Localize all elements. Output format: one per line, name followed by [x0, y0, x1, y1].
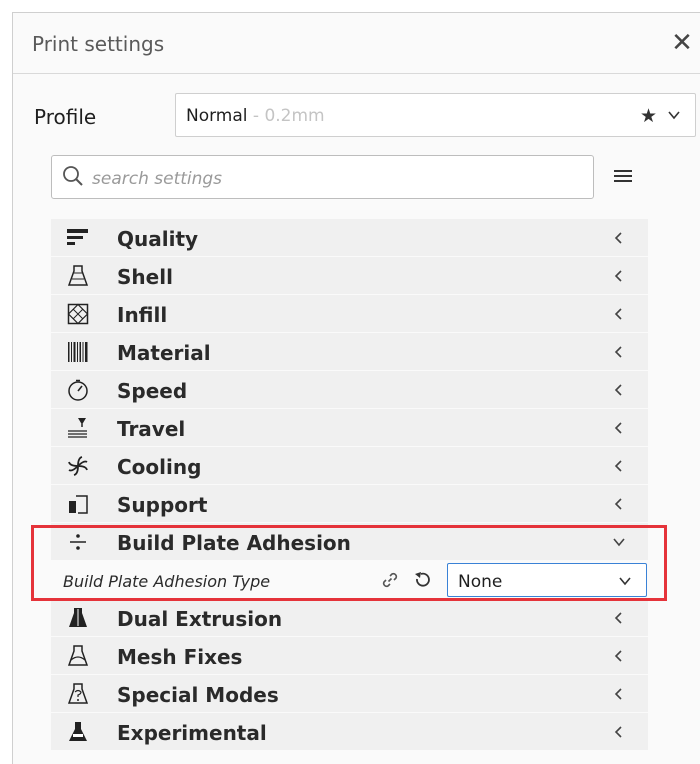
link-icon	[382, 572, 398, 588]
chevron-left-icon	[614, 384, 622, 396]
category-travel[interactable]: Travel	[51, 409, 648, 447]
adhesion-type-dropdown[interactable]: None	[447, 563, 647, 597]
chevron-left-icon	[614, 460, 622, 472]
profile-label: Profile	[34, 105, 97, 129]
adhesion-type-value: None	[458, 572, 503, 592]
mesh-fixes-icon	[65, 644, 91, 668]
travel-icon	[65, 416, 91, 440]
category-quality[interactable]: Quality	[51, 219, 648, 257]
close-icon: ✕	[671, 28, 693, 58]
settings-visibility-menu-icon[interactable]	[613, 167, 635, 187]
search-placeholder: search settings	[92, 169, 223, 189]
category-label: Build Plate Adhesion	[117, 531, 351, 555]
category-label: Quality	[117, 227, 199, 251]
category-shell[interactable]: Shell	[51, 257, 648, 295]
category-build-plate-adhesion[interactable]: Build Plate Adhesion	[51, 523, 648, 561]
category-label: Support	[117, 493, 208, 517]
category-support[interactable]: Support	[51, 485, 648, 523]
chevron-left-icon	[614, 346, 622, 358]
chevron-left-icon	[614, 650, 622, 662]
close-button[interactable]: ✕	[664, 27, 700, 59]
panel-title: Print settings	[32, 32, 165, 56]
build-plate-adhesion-icon	[65, 530, 91, 554]
category-label: Experimental	[117, 721, 267, 745]
experimental-icon	[65, 720, 91, 744]
cooling-icon	[65, 454, 91, 478]
profile-name: Normal	[186, 106, 248, 126]
category-label: Special Modes	[117, 683, 279, 707]
chevron-left-icon	[614, 612, 622, 624]
chevron-left-icon	[614, 308, 622, 320]
category-cooling[interactable]: Cooling	[51, 447, 648, 485]
shell-icon	[65, 264, 91, 288]
category-speed[interactable]: Speed	[51, 371, 648, 409]
category-label: Infill	[117, 303, 168, 327]
chevron-left-icon	[614, 422, 622, 434]
title-bar: Print settings ✕	[13, 13, 700, 74]
search-input[interactable]: search settings	[51, 155, 594, 199]
search-icon	[63, 166, 83, 186]
dual-extrusion-icon	[65, 606, 91, 630]
chevron-left-icon	[614, 232, 622, 244]
category-label: Speed	[117, 379, 188, 403]
profile-value: Normal - 0.2mm	[186, 106, 325, 126]
setting-label: Build Plate Adhesion Type	[63, 572, 271, 591]
setting-build-plate-adhesion-type: Build Plate Adhesion Type None	[51, 561, 648, 599]
category-special-modes[interactable]: Special Modes	[51, 675, 648, 713]
profile-layer-height: - 0.2mm	[247, 106, 325, 126]
reset-icon[interactable]	[413, 571, 431, 589]
special-modes-icon	[65, 682, 91, 706]
category-label: Shell	[117, 265, 173, 289]
support-icon	[65, 492, 91, 516]
chevron-down-icon	[619, 577, 631, 586]
chevron-left-icon	[614, 688, 622, 700]
quality-icon	[65, 226, 91, 250]
star-icon[interactable]: ★	[640, 105, 657, 127]
category-experimental[interactable]: Experimental	[51, 713, 648, 751]
settings-category-list: Quality Shell Infill Material Speed Trav…	[51, 219, 648, 751]
material-icon	[65, 340, 91, 364]
category-label: Travel	[117, 417, 186, 441]
infill-icon	[65, 302, 91, 326]
category-label: Dual Extrusion	[117, 607, 283, 631]
profile-dropdown[interactable]: Normal - 0.2mm ★	[175, 93, 696, 137]
chevron-down-icon	[613, 538, 625, 547]
category-label: Mesh Fixes	[117, 645, 243, 669]
category-label: Material	[117, 341, 211, 365]
category-infill[interactable]: Infill	[51, 295, 648, 333]
print-settings-panel: Print settings ✕ Profile Normal - 0.2mm …	[12, 12, 700, 764]
category-mesh-fixes[interactable]: Mesh Fixes	[51, 637, 648, 675]
chevron-left-icon	[614, 270, 622, 282]
chevron-left-icon	[614, 498, 622, 510]
category-material[interactable]: Material	[51, 333, 648, 371]
category-dual-extrusion[interactable]: Dual Extrusion	[51, 599, 648, 637]
chevron-left-icon	[614, 726, 622, 738]
speed-icon	[65, 378, 91, 402]
category-label: Cooling	[117, 455, 202, 479]
chevron-down-icon	[668, 111, 680, 120]
